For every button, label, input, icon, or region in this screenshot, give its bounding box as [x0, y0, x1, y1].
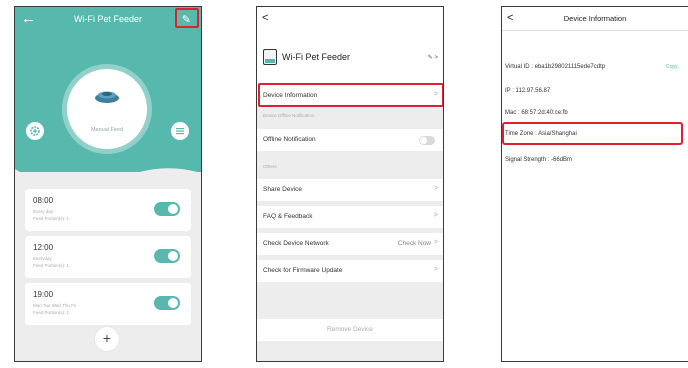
divider: [502, 30, 688, 31]
chevron-right-icon: >: [433, 239, 438, 246]
records-button[interactable]: [171, 122, 189, 140]
food-bowl-icon: [95, 91, 119, 103]
top-bar: ← Wi-Fi Pet Feeder ✎: [15, 7, 201, 35]
schedule-toggle[interactable]: [154, 296, 180, 310]
section-header: Others: [263, 164, 277, 169]
settings-button[interactable]: [26, 122, 44, 140]
gear-icon: [30, 126, 40, 136]
schedule-toggle[interactable]: [154, 249, 180, 263]
schedule-repeat: Every day: [33, 209, 54, 214]
row-label: Check Device Network: [263, 240, 329, 247]
schedule-card[interactable]: 08:00 Every day Feed Portion(s): 1: [25, 189, 191, 231]
faq-feedback-row[interactable]: FAQ & Feedback >: [257, 206, 443, 228]
copy-button[interactable]: Copy: [666, 64, 678, 70]
schedule-card[interactable]: 19:00 Mon Tue Wed Thu Fri Feed Portion(s…: [25, 283, 191, 325]
schedule-card[interactable]: 12:00 Everyday Feed Portion(s): 1: [25, 236, 191, 278]
firmware-update-row[interactable]: Check for Firmware Update >: [257, 260, 443, 282]
phone-device-settings: < Wi-Fi Pet Feeder ✎ > Device Informatio…: [256, 6, 444, 362]
back-chevron-icon[interactable]: <: [262, 12, 268, 24]
row-label: Offline Notification: [263, 136, 316, 143]
offline-notification-toggle[interactable]: [419, 136, 435, 145]
manual-feed-label: Manual Feed: [90, 127, 124, 133]
check-network-row[interactable]: Check Device Network Check Now >: [257, 233, 443, 255]
schedule-portion: Feed Portion(s): 1: [33, 216, 70, 221]
offline-notification-row: Offline Notification: [257, 129, 443, 151]
remove-device-button[interactable]: Remove Device: [257, 319, 443, 341]
page-title: Wi-Fi Pet Feeder: [73, 14, 142, 24]
highlight-device-information: [258, 83, 443, 107]
schedule-time: 08:00: [33, 196, 54, 205]
check-now-label: Check Now: [397, 240, 431, 247]
chevron-right-icon: >: [433, 212, 438, 219]
phone-device-information: < Device Information Virtual ID : eba1b2…: [501, 6, 688, 362]
ip-text: IP : 112.97.56.87: [505, 88, 551, 94]
schedule-toggle[interactable]: [154, 202, 180, 216]
phone-feeder-home: ← Wi-Fi Pet Feeder ✎ Manual Feed 08:00 E…: [14, 6, 202, 362]
schedule-repeat: Everyday: [33, 256, 52, 261]
highlight-edit-button: [175, 8, 199, 28]
settings-list: Device Information > Device Offline Noti…: [257, 83, 443, 361]
device-header: < Wi-Fi Pet Feeder ✎ >: [257, 7, 443, 83]
section-header: Device Offline Notification: [263, 113, 315, 118]
list-icon: [176, 128, 184, 135]
page-title: Device Information: [563, 14, 627, 23]
chevron-right-icon: >: [433, 185, 438, 192]
row-label: FAQ & Feedback: [263, 213, 313, 220]
highlight-time-zone: [502, 122, 683, 145]
edit-name-icon[interactable]: ✎ >: [428, 54, 438, 61]
virtual-id-text: Virtual ID : eba1b298021115ede7cdtp: [505, 64, 606, 70]
schedule-portion: Feed Portion(s): 1: [33, 263, 70, 268]
schedule-portion: Feed Portion(s): 1: [33, 310, 70, 315]
schedule-time: 19:00: [33, 290, 54, 299]
signal-strength-text: Signal Strength : -66dBm: [505, 157, 573, 163]
schedule-repeat: Mon Tue Wed Thu Fri: [33, 303, 77, 308]
feeder-device-icon: [263, 49, 277, 65]
row-label: Share Device: [263, 186, 303, 193]
device-name: Wi-Fi Pet Feeder: [282, 52, 351, 62]
schedule-time: 12:00: [33, 243, 54, 252]
share-device-row[interactable]: Share Device >: [257, 179, 443, 201]
manual-feed-button[interactable]: Manual Feed: [67, 69, 147, 149]
mac-text: Mac : 68:57:2d:40:ce:fb: [505, 110, 568, 116]
chevron-right-icon: >: [433, 266, 438, 273]
add-schedule-button[interactable]: +: [95, 327, 119, 351]
row-label: Check for Firmware Update: [263, 267, 343, 274]
